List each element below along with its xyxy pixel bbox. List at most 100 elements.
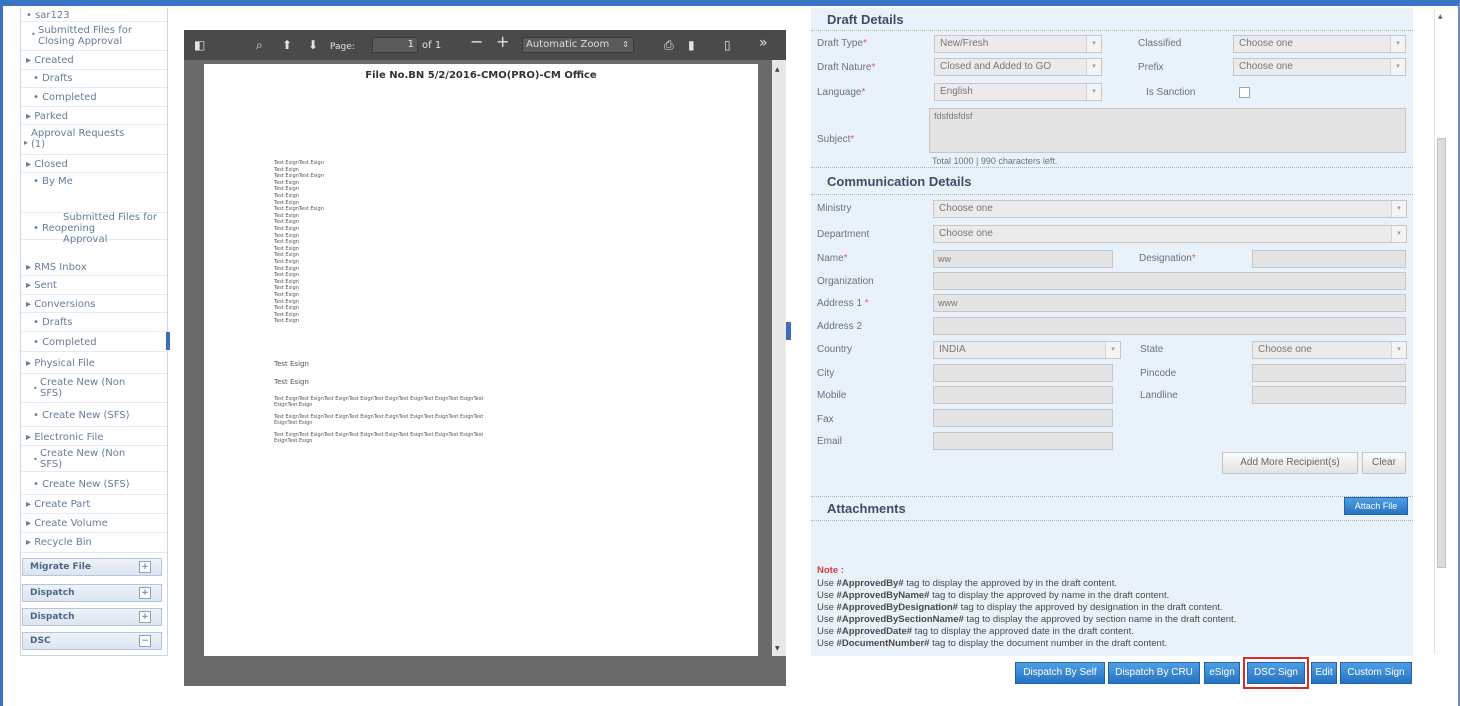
pdf-collapse-handle[interactable] (786, 322, 791, 340)
download-icon[interactable]: ▮ (688, 38, 695, 52)
sidebar-item-sar123[interactable]: • sar123 (21, 8, 167, 22)
department-select[interactable]: Choose one ▾ (933, 225, 1407, 243)
fax-label: Fax (817, 414, 834, 425)
sidebar-item-sent[interactable]: ▸ Sent (21, 276, 167, 295)
sidebar-item-physical-create-non-sfs[interactable]: • Create New (Non SFS) (21, 374, 167, 403)
chevron-down-icon: ▾ (1390, 59, 1405, 75)
window-scrollbar[interactable]: ▲ (1434, 10, 1448, 654)
prefix-select[interactable]: Choose one ▾ (1233, 58, 1406, 76)
sidebar-item-electronic-create-sfs[interactable]: • Create New (SFS) (21, 472, 167, 495)
name-input[interactable]: ww (933, 250, 1113, 268)
email-label: Email (817, 436, 843, 447)
expand-plus-icon[interactable]: + (139, 587, 151, 599)
landline-label: Landline (1140, 390, 1178, 401)
search-icon[interactable]: ⌕ (256, 38, 263, 52)
scroll-down-icon[interactable]: ▼ (775, 645, 780, 652)
dispatch-by-self-button[interactable]: Dispatch By Self (1015, 662, 1105, 684)
expand-plus-icon[interactable]: + (139, 611, 151, 623)
zoom-in-icon[interactable]: + (496, 34, 509, 50)
pdf-text-line: EsignTest Esign (274, 402, 313, 408)
department-label: Department (817, 229, 870, 240)
tools-chevron-icon[interactable]: » (759, 36, 768, 50)
organization-input[interactable] (933, 272, 1406, 290)
sidebar-item-completed[interactable]: • Completed (21, 88, 167, 107)
clear-button[interactable]: Clear (1362, 452, 1406, 474)
ministry-select[interactable]: Choose one ▾ (933, 200, 1407, 218)
pdf-text-line: Test Esign (274, 212, 299, 219)
draft-type-select[interactable]: New/Fresh ▾ (934, 35, 1102, 53)
scroll-up-icon[interactable]: ▲ (775, 66, 780, 73)
dispatch-panel-2[interactable]: Dispatch + (22, 608, 162, 626)
draft-nature-select[interactable]: Closed and Added to GO ▾ (934, 58, 1102, 76)
sidebar-item-electronic-create-non-sfs[interactable]: • Create New (Non SFS) (21, 446, 167, 472)
sidebar-item-recycle-bin[interactable]: ▸ Recycle Bin (21, 533, 167, 553)
is-sanction-checkbox[interactable] (1239, 87, 1250, 98)
address1-label: Address 1 * (817, 298, 869, 309)
sidebar-item-created[interactable]: ▸ Created (21, 51, 167, 70)
sidebar-item-conversions[interactable]: ▸ Conversions (21, 295, 167, 313)
zoom-select[interactable]: Automatic Zoom ⇕ (522, 37, 634, 53)
language-select[interactable]: English ▾ (934, 83, 1102, 101)
chevron-down-icon: ▾ (1390, 36, 1405, 52)
sidebar-item-submitted-closing[interactable]: • Submitted Files for Closing Approval (21, 22, 167, 51)
sidebar-item-create-volume[interactable]: ▸ Create Volume (21, 514, 167, 533)
note-line: Use #ApprovedBySectionName# tag to displ… (817, 614, 1237, 625)
landline-input[interactable] (1252, 386, 1406, 404)
add-more-recipients-button[interactable]: Add More Recipient(s) (1222, 452, 1358, 474)
sidebar-item-create-part[interactable]: ▸ Create Part (21, 495, 167, 514)
sidebar-item-conv-drafts[interactable]: • Drafts (21, 313, 167, 332)
sidebar-item-physical-create-sfs[interactable]: • Create New (SFS) (21, 403, 167, 427)
attach-file-button[interactable]: Attach File (1344, 497, 1408, 515)
sidebar-item-closed[interactable]: ▸ Closed (21, 155, 167, 173)
state-select[interactable]: Choose one ▾ (1252, 341, 1407, 359)
page-number-input[interactable]: 1 (372, 37, 418, 53)
chevron-down-icon: ▾ (1086, 59, 1101, 75)
pdf-text-line: Test Esign (274, 193, 299, 199)
sidebar-toggle-icon[interactable]: ◧ (194, 38, 205, 52)
sidebar-item-drafts[interactable]: • Drafts (21, 70, 167, 88)
zoom-out-icon[interactable]: − (470, 34, 483, 50)
pdf-scrollbar[interactable]: ▲ ▼ (772, 60, 786, 656)
pdf-page: File No.BN 5/2/2016-CMO(PRO)-CM Office T… (204, 64, 758, 656)
sidebar-item-approval-requests[interactable]: ▸ Approval Requests (1) (21, 125, 167, 155)
scroll-up-icon[interactable]: ▲ (1438, 13, 1443, 20)
dispatch-panel[interactable]: Dispatch + (22, 584, 162, 602)
fax-input[interactable] (933, 409, 1113, 427)
sidebar-item-physical-file[interactable]: ▸ Physical File (21, 352, 167, 374)
edit-button[interactable]: Edit (1311, 662, 1337, 684)
designation-input[interactable] (1252, 250, 1406, 268)
sidebar-item-submitted-reopening[interactable]: Submitted Files for • Reopening Approval (21, 192, 167, 245)
subject-textarea[interactable]: fdsfdsfdsf (929, 108, 1406, 153)
pdf-text-line: Test Esign (274, 311, 299, 318)
pdf-text-line: Test Esign (274, 179, 299, 186)
sidebar-item-parked[interactable]: ▸ Parked (21, 107, 167, 125)
sidebar-item-conv-completed[interactable]: • Completed (21, 332, 167, 352)
expand-plus-icon[interactable]: + (139, 561, 151, 573)
draft-type-label: Draft Type* (817, 38, 867, 49)
bookmark-icon[interactable]: ▯ (724, 38, 731, 52)
email-input[interactable] (933, 432, 1113, 450)
pincode-input[interactable] (1252, 364, 1406, 382)
chevron-down-icon: ▾ (1391, 226, 1406, 242)
address1-input[interactable]: www (933, 294, 1406, 312)
sidebar-collapse-handle[interactable] (166, 332, 170, 350)
prev-page-icon[interactable]: ⬆ (282, 38, 292, 52)
mobile-input[interactable] (933, 386, 1113, 404)
classified-select[interactable]: Choose one ▾ (1233, 35, 1406, 53)
dispatch-by-cru-button[interactable]: Dispatch By CRU (1108, 662, 1200, 684)
pdf-text-line: Test Esign (274, 226, 299, 232)
scrollbar-thumb[interactable] (1437, 138, 1446, 568)
next-page-icon[interactable]: ⬇ (308, 38, 318, 52)
custom-sign-button[interactable]: Custom Sign (1340, 662, 1412, 684)
city-input[interactable] (933, 364, 1113, 382)
pdf-text-line: Test Esign (274, 378, 309, 386)
migrate-file-panel[interactable]: Migrate File + (22, 558, 162, 576)
dsc-panel[interactable]: DSC − (22, 632, 162, 650)
print-icon[interactable]: ⎙ (664, 38, 674, 52)
collapse-minus-icon[interactable]: − (139, 635, 151, 647)
country-select[interactable]: INDIA ▾ (933, 341, 1121, 359)
sidebar-item-rms-inbox[interactable]: ▸ RMS Inbox (21, 258, 167, 276)
sidebar-item-electronic-file[interactable]: ▸ Electronic File (21, 427, 167, 446)
address2-input[interactable] (933, 317, 1406, 335)
esign-button[interactable]: eSign (1204, 662, 1240, 684)
